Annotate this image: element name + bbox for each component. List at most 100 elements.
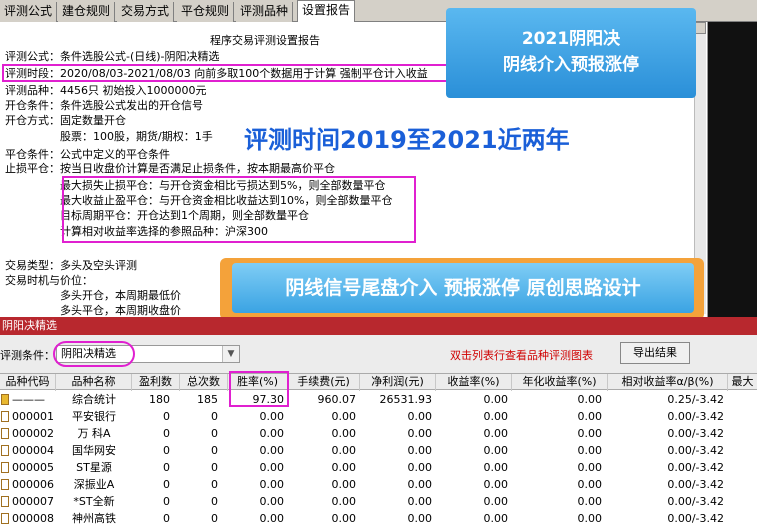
col-max[interactable]: 最大: [728, 374, 757, 391]
cell-profit: 0.00: [407, 478, 433, 491]
tab-formula[interactable]: 评测公式: [0, 2, 58, 22]
table-row[interactable]: 000005 ST星源 0 0 0.00 0.00 0.00 0.00 0.00 0.00/-3.…: [0, 459, 757, 476]
report-line-quantity: 股票：100股，期货/期权：1手: [5, 130, 213, 143]
document-icon: [1, 428, 9, 439]
report-line-timing: 交易时机与价位：: [5, 274, 93, 287]
cell-relative-return: 0.00/-3.42: [667, 495, 724, 508]
cell-fee: 0.00: [331, 495, 357, 508]
table-row[interactable]: 000001 平安银行 0 0 0.00 0.00 0.00 0.00 0.00 0.00/-3.…: [0, 408, 757, 425]
cell-winrate: 0.00: [259, 427, 285, 440]
dark-side-area: [708, 22, 757, 317]
cell-profit: 0.00: [407, 444, 433, 457]
table-hint: 双击列表行查看品种评测图表: [450, 349, 593, 362]
callout-title-line2: 阴线介入预报涨停: [503, 55, 639, 75]
cell-wins: 0: [163, 495, 170, 508]
cell-relative-return: 0.00/-3.42: [667, 410, 724, 423]
tab-instruments[interactable]: 评测品种: [236, 2, 294, 22]
summary-icon: [1, 394, 9, 405]
cell-name: *ST全新: [73, 495, 115, 508]
cell-annual-return: 0.00: [577, 410, 603, 423]
report-line-instruments: 评测品种：4456只 初始投入1000000元: [5, 84, 207, 97]
table-row[interactable]: 000007 *ST全新 0 0 0.00 0.00 0.00 0.00 0.00 0.00/-3…: [0, 493, 757, 510]
cell-annual-return: 0.00: [577, 478, 603, 491]
report-line-stoploss: 止损平仓：按当日收盘价计算是否满足止损条件，按本期最高价平仓: [5, 162, 335, 175]
cell-return: 0.00: [483, 427, 509, 440]
col-relative-return[interactable]: 相对收益率α/β(%): [608, 374, 728, 391]
tab-close-rules[interactable]: 平仓规则: [177, 2, 235, 22]
cell-winrate: 0.00: [259, 444, 285, 457]
tab-trade-mode[interactable]: 交易方式: [117, 2, 175, 22]
cell-profit: 0.00: [407, 427, 433, 440]
col-code[interactable]: 品种代码: [0, 374, 56, 391]
report-line-formula: 评测公式：条件选股公式-(日线)-阴阳决精选: [5, 50, 220, 63]
cell-annual-return: 0.00: [577, 512, 603, 524]
cell-relative-return: 0.25/-3.42: [667, 393, 724, 406]
cell-fee: 0.00: [331, 410, 357, 423]
col-wins[interactable]: 盈利数: [132, 374, 180, 391]
cell-annual-return: 0.00: [577, 461, 603, 474]
cell-name: 国华网安: [72, 444, 116, 457]
col-name[interactable]: 品种名称: [56, 374, 132, 391]
document-icon: [1, 445, 9, 456]
col-profit[interactable]: 净利润(元): [360, 374, 436, 391]
cell-name: 综合统计: [72, 393, 116, 406]
table-row[interactable]: ——— 综合统计 180 185 97.30 960.07 26531.93 0.00 0.00…: [0, 391, 757, 408]
results-panel-title: 阴阳决精选: [0, 317, 757, 335]
table-row[interactable]: 000008 神州高铁 0 0 0.00 0.00 0.00 0.00 0.00 0.00/-3.…: [0, 510, 757, 524]
cell-return: 0.00: [483, 461, 509, 474]
cell-return: 0.00: [483, 410, 509, 423]
cell-fee: 0.00: [331, 427, 357, 440]
cell-fee: 0.00: [331, 461, 357, 474]
document-icon: [1, 513, 9, 524]
document-icon: [1, 462, 9, 473]
cell-code: 000001: [12, 410, 54, 423]
col-total[interactable]: 总次数: [180, 374, 228, 391]
tab-open-rules[interactable]: 建仓规则: [58, 2, 116, 22]
period-annotation: 评测时间2019至2021近两年: [244, 126, 570, 154]
cell-winrate: 0.00: [259, 461, 285, 474]
cell-fee: 0.00: [331, 512, 357, 524]
table-row[interactable]: 000002 万 科A 0 0 0.00 0.00 0.00 0.00 0.00 0.00/-3.…: [0, 425, 757, 442]
stoploss-highlight-box: [62, 176, 416, 243]
export-button[interactable]: 导出结果: [620, 342, 690, 364]
col-fee[interactable]: 手续费(元): [288, 374, 360, 391]
cell-wins: 0: [163, 410, 170, 423]
cell-annual-return: 0.00: [577, 427, 603, 440]
condition-label: 评测条件：: [0, 349, 55, 362]
tab-report[interactable]: 设置报告: [297, 0, 356, 23]
cell-relative-return: 0.00/-3.42: [667, 427, 724, 440]
cell-return: 0.00: [483, 444, 509, 457]
report-line-trade-type: 交易类型：多头及空头评测: [5, 259, 137, 272]
cell-total: 0: [211, 512, 218, 524]
cell-total: 185: [197, 393, 218, 406]
period-highlight-box: [2, 64, 454, 82]
cell-return: 0.00: [483, 478, 509, 491]
chevron-down-icon[interactable]: ▼: [222, 346, 239, 362]
cell-profit: 0.00: [407, 461, 433, 474]
cell-relative-return: 0.00/-3.42: [667, 512, 724, 524]
cell-annual-return: 0.00: [577, 495, 603, 508]
cell-relative-return: 0.00/-3.42: [667, 461, 724, 474]
cell-relative-return: 0.00/-3.42: [667, 444, 724, 457]
report-title: 程序交易评测设置报告: [210, 34, 320, 47]
cell-code: 000004: [12, 444, 54, 457]
report-line-open-mode: 开仓方式：固定数量开仓: [5, 114, 126, 127]
cell-code: 000007: [12, 495, 54, 508]
cell-total: 0: [211, 444, 218, 457]
col-return[interactable]: 收益率(%): [436, 374, 512, 391]
table-row[interactable]: 000004 国华网安 0 0 0.00 0.00 0.00 0.00 0.00 0.00/-3.…: [0, 442, 757, 459]
table-row[interactable]: 000006 深振业A 0 0 0.00 0.00 0.00 0.00 0.00 0.00/-3.…: [0, 476, 757, 493]
cell-wins: 0: [163, 444, 170, 457]
table-header: 品种代码 品种名称 盈利数 总次数 胜率(%) 手续费(元) 净利润(元) 收益…: [0, 373, 757, 391]
cell-profit: 0.00: [407, 495, 433, 508]
col-annual-return[interactable]: 年化收益率(%): [512, 374, 608, 391]
document-icon: [1, 411, 9, 422]
cell-winrate: 0.00: [259, 410, 285, 423]
cell-profit: 26531.93: [379, 393, 433, 406]
cell-total: 0: [211, 461, 218, 474]
cell-fee: 0.00: [331, 444, 357, 457]
cell-name: 平安银行: [72, 410, 116, 423]
condition-highlight-oval: [53, 341, 135, 367]
callout-title-line1: 2021阴阳决: [521, 29, 621, 49]
cell-winrate: 0.00: [259, 512, 285, 524]
